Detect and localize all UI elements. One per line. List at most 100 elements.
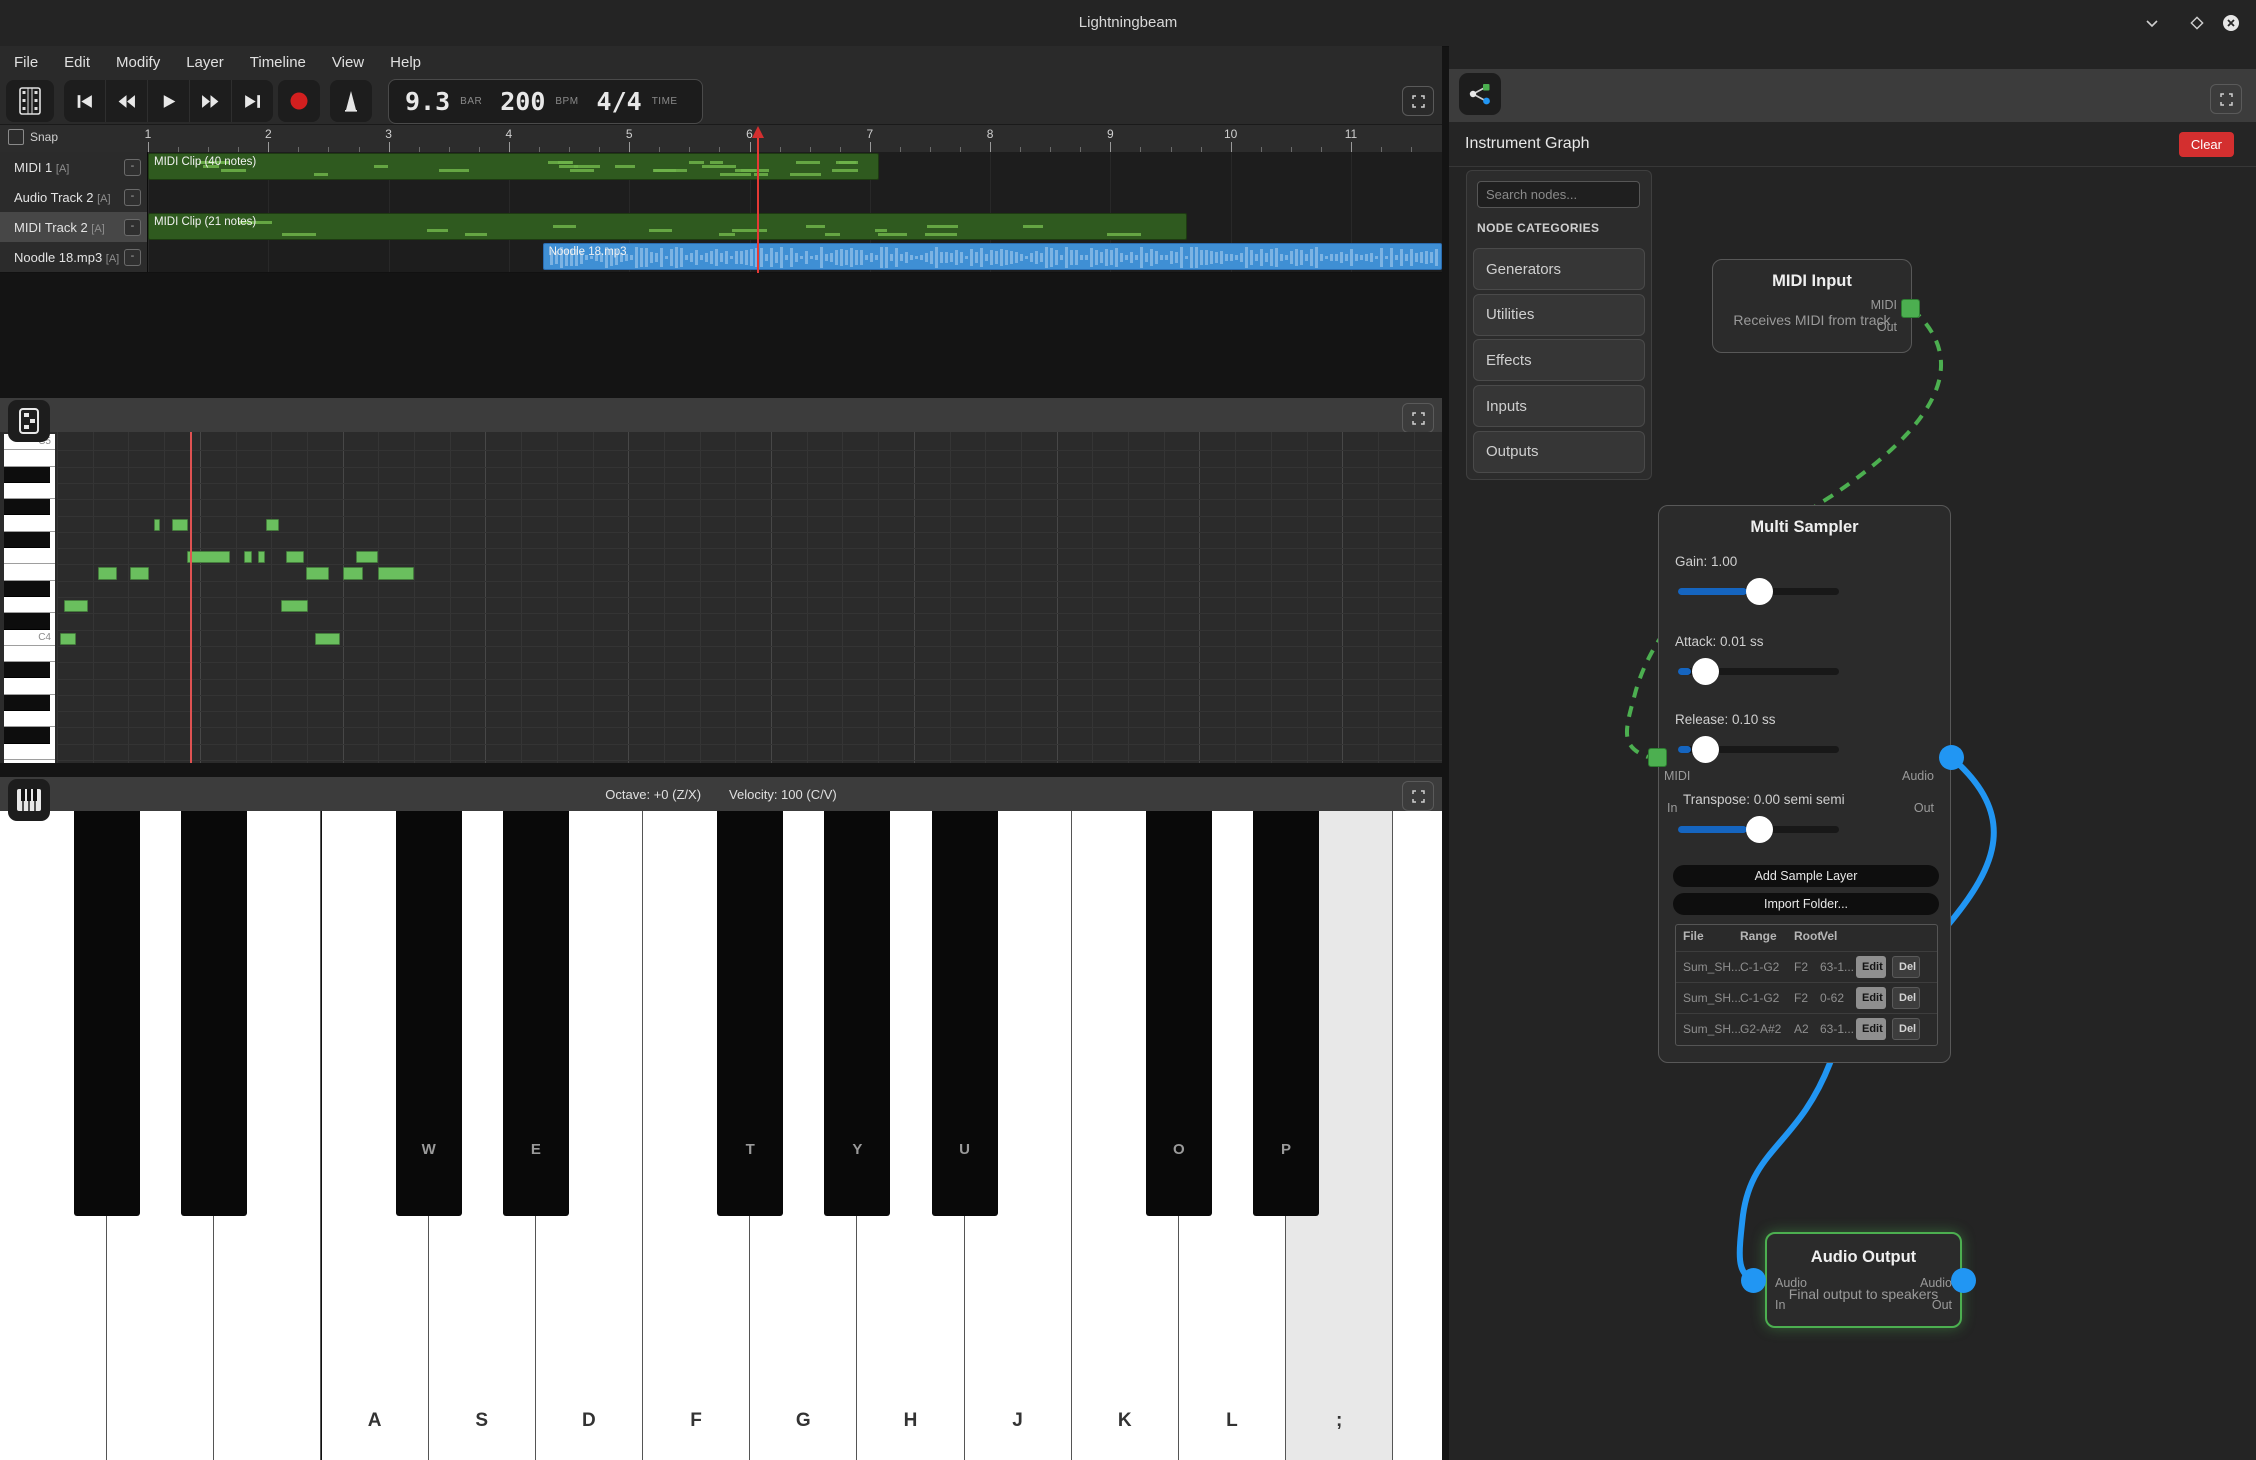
- midi-note[interactable]: [306, 567, 329, 579]
- roll-key-as3[interactable]: [4, 662, 50, 678]
- track-mute-button[interactable]: -: [124, 249, 141, 266]
- piano-roll-fullscreen-button[interactable]: [1402, 403, 1434, 433]
- import-folder-button[interactable]: Import Folder...: [1673, 893, 1939, 915]
- menu-edit[interactable]: Edit: [64, 54, 90, 71]
- node-multi-sampler[interactable]: Multi Sampler MIDI In Audio Out Add Samp…: [1658, 505, 1951, 1063]
- track-header-audio-track-2[interactable]: Audio Track 2 [A]-: [0, 182, 148, 212]
- output-audio-out-port[interactable]: [1951, 1268, 1976, 1293]
- node-audio-output[interactable]: Audio Output Final output to speakers Au…: [1765, 1232, 1962, 1328]
- maximize-icon[interactable]: [2186, 12, 2208, 34]
- sampler-audio-out-port[interactable]: [1939, 745, 1964, 770]
- piano-roll-panel-button[interactable]: [8, 400, 50, 442]
- midi-note[interactable]: [343, 567, 363, 579]
- menu-file[interactable]: File: [14, 54, 38, 71]
- midi-note[interactable]: [172, 519, 188, 531]
- track-lane[interactable]: MIDI Clip (21 notes): [148, 212, 1442, 242]
- menu-view[interactable]: View: [332, 54, 364, 71]
- sampler-midi-in-port[interactable]: [1648, 748, 1667, 767]
- track-lane[interactable]: Noodle 18.mp3: [148, 242, 1442, 272]
- graph-fullscreen-button[interactable]: [2210, 84, 2242, 114]
- clear-button[interactable]: Clear: [2179, 132, 2234, 157]
- clip-midi[interactable]: MIDI Clip (21 notes): [148, 213, 1187, 240]
- clip-audio[interactable]: Noodle 18.mp3: [543, 243, 1443, 270]
- track-lane[interactable]: MIDI Clip (40 notes): [148, 152, 1442, 182]
- del-button[interactable]: Del: [1892, 987, 1920, 1009]
- clip-midi[interactable]: MIDI Clip (40 notes): [148, 153, 879, 180]
- menu-modify[interactable]: Modify: [116, 54, 160, 71]
- roll-key-g3[interactable]: [4, 711, 55, 727]
- roll-key-b3[interactable]: [4, 646, 55, 662]
- close-icon[interactable]: [2220, 12, 2242, 34]
- piano-roll-keys[interactable]: C5C4: [4, 434, 55, 763]
- black-key-Y[interactable]: Y: [824, 811, 890, 1216]
- roll-key-e4[interactable]: [4, 564, 55, 580]
- del-button[interactable]: Del: [1892, 956, 1920, 978]
- roll-key-ds4[interactable]: [4, 581, 50, 597]
- metronome-button[interactable]: [330, 80, 372, 122]
- midi-note[interactable]: [281, 600, 308, 612]
- midi-note[interactable]: [266, 519, 279, 531]
- output-audio-in-port[interactable]: [1741, 1268, 1766, 1293]
- skip-to-end-button[interactable]: [232, 80, 273, 122]
- roll-key-as4[interactable]: [4, 467, 50, 483]
- white-key-13[interactable]: [1393, 811, 1442, 1460]
- snap-checkbox[interactable]: [8, 129, 24, 145]
- roll-key-b4[interactable]: [4, 450, 55, 466]
- menu-layer[interactable]: Layer: [186, 54, 224, 71]
- roll-key-gs3[interactable]: [4, 695, 50, 711]
- track-header-midi-track-2[interactable]: MIDI Track 2 [A]-: [0, 212, 148, 242]
- track-mute-button[interactable]: -: [124, 189, 141, 206]
- minimize-icon[interactable]: [2141, 12, 2163, 34]
- param-slider[interactable]: [1678, 668, 1839, 675]
- midi-note[interactable]: [258, 551, 265, 563]
- film-button[interactable]: [6, 80, 54, 122]
- roll-key-d4[interactable]: [4, 597, 55, 613]
- midi-note[interactable]: [98, 567, 117, 579]
- roll-key-cs4[interactable]: [4, 613, 50, 629]
- midi-note[interactable]: [378, 567, 414, 579]
- slider-knob[interactable]: [1746, 578, 1773, 605]
- track-mute-button[interactable]: -: [124, 159, 141, 176]
- param-slider[interactable]: [1678, 588, 1839, 595]
- fast-forward-button[interactable]: [190, 80, 232, 122]
- menu-timeline[interactable]: Timeline: [250, 54, 306, 71]
- midi-note[interactable]: [315, 633, 340, 645]
- play-button[interactable]: [148, 80, 190, 122]
- playhead-marker[interactable]: [752, 126, 764, 138]
- midi-note[interactable]: [286, 551, 304, 563]
- roll-key-c4[interactable]: C4: [4, 630, 55, 646]
- track-header-noodle-18-mp3[interactable]: Noodle 18.mp3 [A]-: [0, 242, 148, 272]
- param-slider[interactable]: [1678, 746, 1839, 753]
- edit-button[interactable]: Edit: [1856, 956, 1886, 978]
- graph-panel-button[interactable]: [1459, 73, 1501, 115]
- midi-note[interactable]: [154, 519, 160, 531]
- black-key-W[interactable]: W: [396, 811, 462, 1216]
- add-sample-layer-button[interactable]: Add Sample Layer: [1673, 865, 1939, 887]
- piano-roll-grid[interactable]: C5C4: [0, 432, 1442, 763]
- roll-key-f4[interactable]: [4, 548, 55, 564]
- black-key-E[interactable]: E: [503, 811, 569, 1216]
- keyboard-fullscreen-button[interactable]: [1402, 781, 1434, 811]
- midi-note[interactable]: [60, 633, 76, 645]
- midi-note[interactable]: [64, 600, 88, 612]
- midi-note[interactable]: [187, 551, 230, 563]
- black-key-2[interactable]: [181, 811, 247, 1216]
- record-button[interactable]: [278, 80, 320, 122]
- roll-key-a3[interactable]: [4, 679, 55, 695]
- keyboard-panel-button[interactable]: [8, 779, 50, 821]
- midi-out-port[interactable]: [1901, 299, 1920, 318]
- black-key-P[interactable]: P: [1253, 811, 1319, 1216]
- edit-button[interactable]: Edit: [1856, 987, 1886, 1009]
- slider-knob[interactable]: [1692, 658, 1719, 685]
- track-lane[interactable]: [148, 182, 1442, 212]
- menu-help[interactable]: Help: [390, 54, 421, 71]
- edit-button[interactable]: Edit: [1856, 1018, 1886, 1040]
- roll-key-a4[interactable]: [4, 483, 55, 499]
- tempo-display[interactable]: 9.3 BAR 200 BPM 4/4 TIME: [388, 79, 703, 124]
- midi-note[interactable]: [356, 551, 378, 563]
- roll-key-gs4[interactable]: [4, 499, 50, 515]
- roll-key-g4[interactable]: [4, 516, 55, 532]
- midi-note[interactable]: [130, 567, 149, 579]
- midi-note[interactable]: [244, 551, 252, 563]
- roll-key-fs4[interactable]: [4, 532, 50, 548]
